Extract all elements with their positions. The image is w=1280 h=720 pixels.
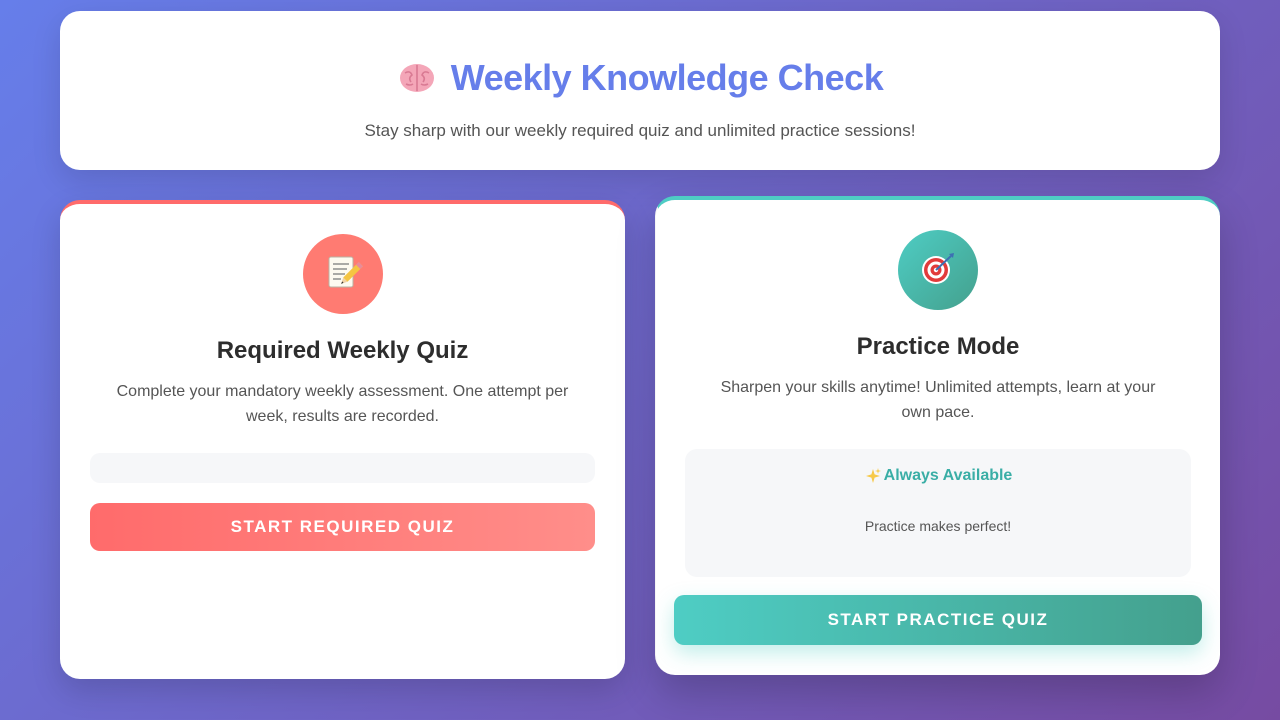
availability-box: Always Available Practice makes perfect! — [685, 449, 1191, 577]
practice-mode-title: Practice Mode — [856, 333, 1020, 360]
required-quiz-status-bar — [90, 453, 595, 483]
header-title-row: Weekly Knowledge Check — [60, 57, 1220, 99]
practice-mode-card: Practice Mode Sharpen your skills anytim… — [655, 196, 1220, 675]
required-quiz-card: Required Weekly Quiz Complete your manda… — [60, 200, 625, 679]
availability-title-row: Always Available — [685, 467, 1191, 485]
header-card: Weekly Knowledge Check Stay sharp with o… — [60, 11, 1220, 170]
practice-mode-description: Sharpen your skills anytime! Unlimited a… — [720, 379, 1156, 421]
required-quiz-description: Complete your mandatory weekly assessmen… — [116, 383, 569, 425]
practice-mode-icon-circle — [898, 230, 978, 310]
required-quiz-title: Required Weekly Quiz — [216, 337, 469, 364]
required-quiz-icon-circle — [302, 234, 383, 314]
page-title: Weekly Knowledge Check — [450, 57, 884, 98]
availability-title: Always Available — [883, 467, 1013, 484]
start-required-quiz-button[interactable]: Start Required Quiz — [90, 503, 595, 551]
page-subtitle: Stay sharp with our weekly required quiz… — [364, 121, 916, 140]
target-icon — [918, 248, 958, 293]
availability-subtitle: Practice makes perfect! — [864, 518, 1012, 534]
memo-pencil-icon — [323, 252, 363, 297]
sparkles-icon — [864, 467, 882, 485]
brain-icon — [397, 58, 437, 98]
start-practice-quiz-button[interactable]: Start Practice Quiz — [674, 595, 1202, 645]
